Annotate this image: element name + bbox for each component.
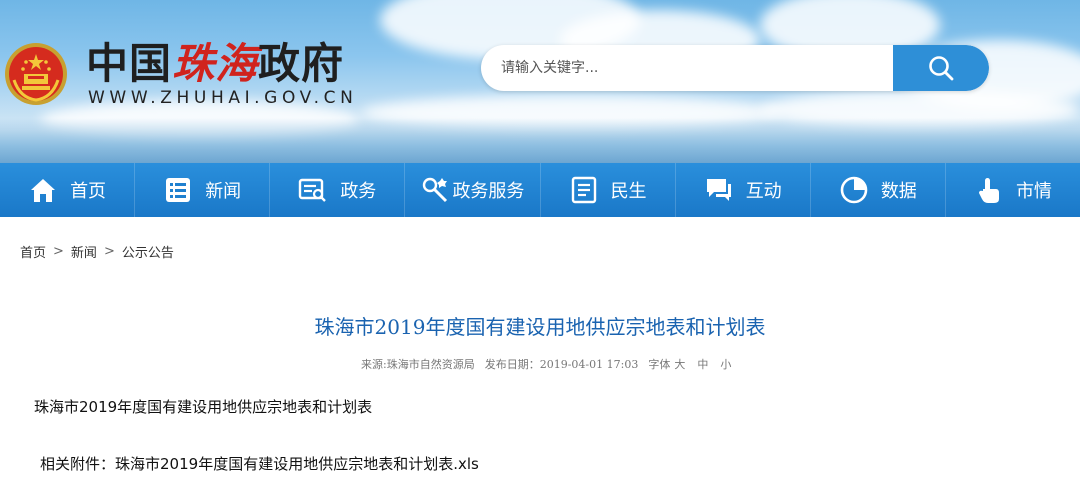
home-icon [28, 175, 58, 205]
breadcrumb-separator: > [53, 243, 64, 259]
nav-item-livelihood[interactable]: 民生 [541, 163, 676, 217]
breadcrumb-announcements[interactable]: 公示公告 [122, 242, 174, 261]
attachment-link[interactable]: 珠海市2019年度国有建设用地供应宗地表和计划表.xls [115, 455, 479, 473]
header-banner: 中国珠海政府 WWW.ZHUHAI.GOV.CN [0, 0, 1080, 163]
breadcrumb-separator: > [103, 243, 115, 259]
nav-item-label: 市情 [1015, 181, 1052, 202]
attachment-label: 相关附件： [40, 455, 116, 473]
article-body-heading: 珠海市2019年度国有建设用地供应宗地表和计划表 [34, 398, 373, 416]
site-title-city: 珠海 [172, 39, 259, 88]
article-meta: 来源:珠海市自然资源局 发布日期：2019-04-01 17:03 字体 大 中… [361, 356, 737, 372]
nav-item-city-info[interactable]: 市情 [946, 163, 1080, 217]
pie-chart-icon [839, 175, 869, 205]
nav-item-interaction[interactable]: 互动 [676, 163, 811, 217]
nav-item-government-affairs[interactable]: 政务 [270, 163, 406, 217]
font-size-small[interactable]: 小 [720, 356, 731, 372]
livelihood-icon [569, 175, 599, 205]
site-title-prefix: 中国 [86, 39, 173, 88]
attachment: 相关附件：珠海市2019年度国有建设用地供应宗地表和计划表.xls [40, 453, 479, 475]
font-size-large[interactable]: 大 [674, 356, 685, 372]
nav-item-home[interactable]: 首页 [0, 163, 136, 217]
nav-item-label: 首页 [70, 181, 107, 202]
nav-item-label: 政务服务 [452, 181, 525, 202]
breadcrumb-home[interactable]: 首页 [20, 242, 46, 261]
site-title[interactable]: 中国珠海政府 [86, 38, 344, 90]
nav-item-news[interactable]: 新闻 [135, 163, 271, 217]
search-button[interactable] [893, 45, 989, 91]
news-icon [163, 175, 193, 205]
breadcrumb: 首页 > 新闻 > 公示公告 [20, 241, 174, 261]
breadcrumb-news[interactable]: 新闻 [71, 242, 97, 261]
nav-item-label: 政务 [340, 181, 377, 202]
service-icon [420, 175, 450, 205]
touch-icon [974, 175, 1004, 205]
national-emblem-icon[interactable] [2, 40, 70, 108]
sea-decoration [0, 118, 1080, 163]
nav-item-data[interactable]: 数据 [811, 163, 946, 217]
nav-item-label: 互动 [745, 181, 782, 202]
article-source: 来源:珠海市自然资源局 [361, 358, 475, 371]
government-affairs-icon [298, 175, 328, 205]
article-title: 珠海市2019年度国有建设用地供应宗地表和计划表 [314, 315, 766, 339]
article-publish-date: 发布日期：2019-04-01 17:03 [484, 358, 639, 371]
font-size-label: 字体 [648, 358, 671, 371]
nav-item-label: 数据 [880, 181, 917, 202]
search-icon [927, 54, 955, 82]
nav-item-label: 民生 [610, 181, 647, 202]
chat-icon [704, 175, 734, 205]
main-nav: 首页 新闻 政务 政务服务 民生 互动 数据 市情 [0, 163, 1080, 217]
site-url: WWW.ZHUHAI.GOV.CN [88, 88, 358, 108]
search-input[interactable] [481, 45, 893, 91]
nav-item-services[interactable]: 政务服务 [405, 163, 541, 217]
site-title-suffix: 政府 [258, 39, 345, 88]
search-box [481, 45, 989, 91]
font-size-medium[interactable]: 中 [697, 356, 708, 372]
nav-item-label: 新闻 [205, 181, 242, 202]
